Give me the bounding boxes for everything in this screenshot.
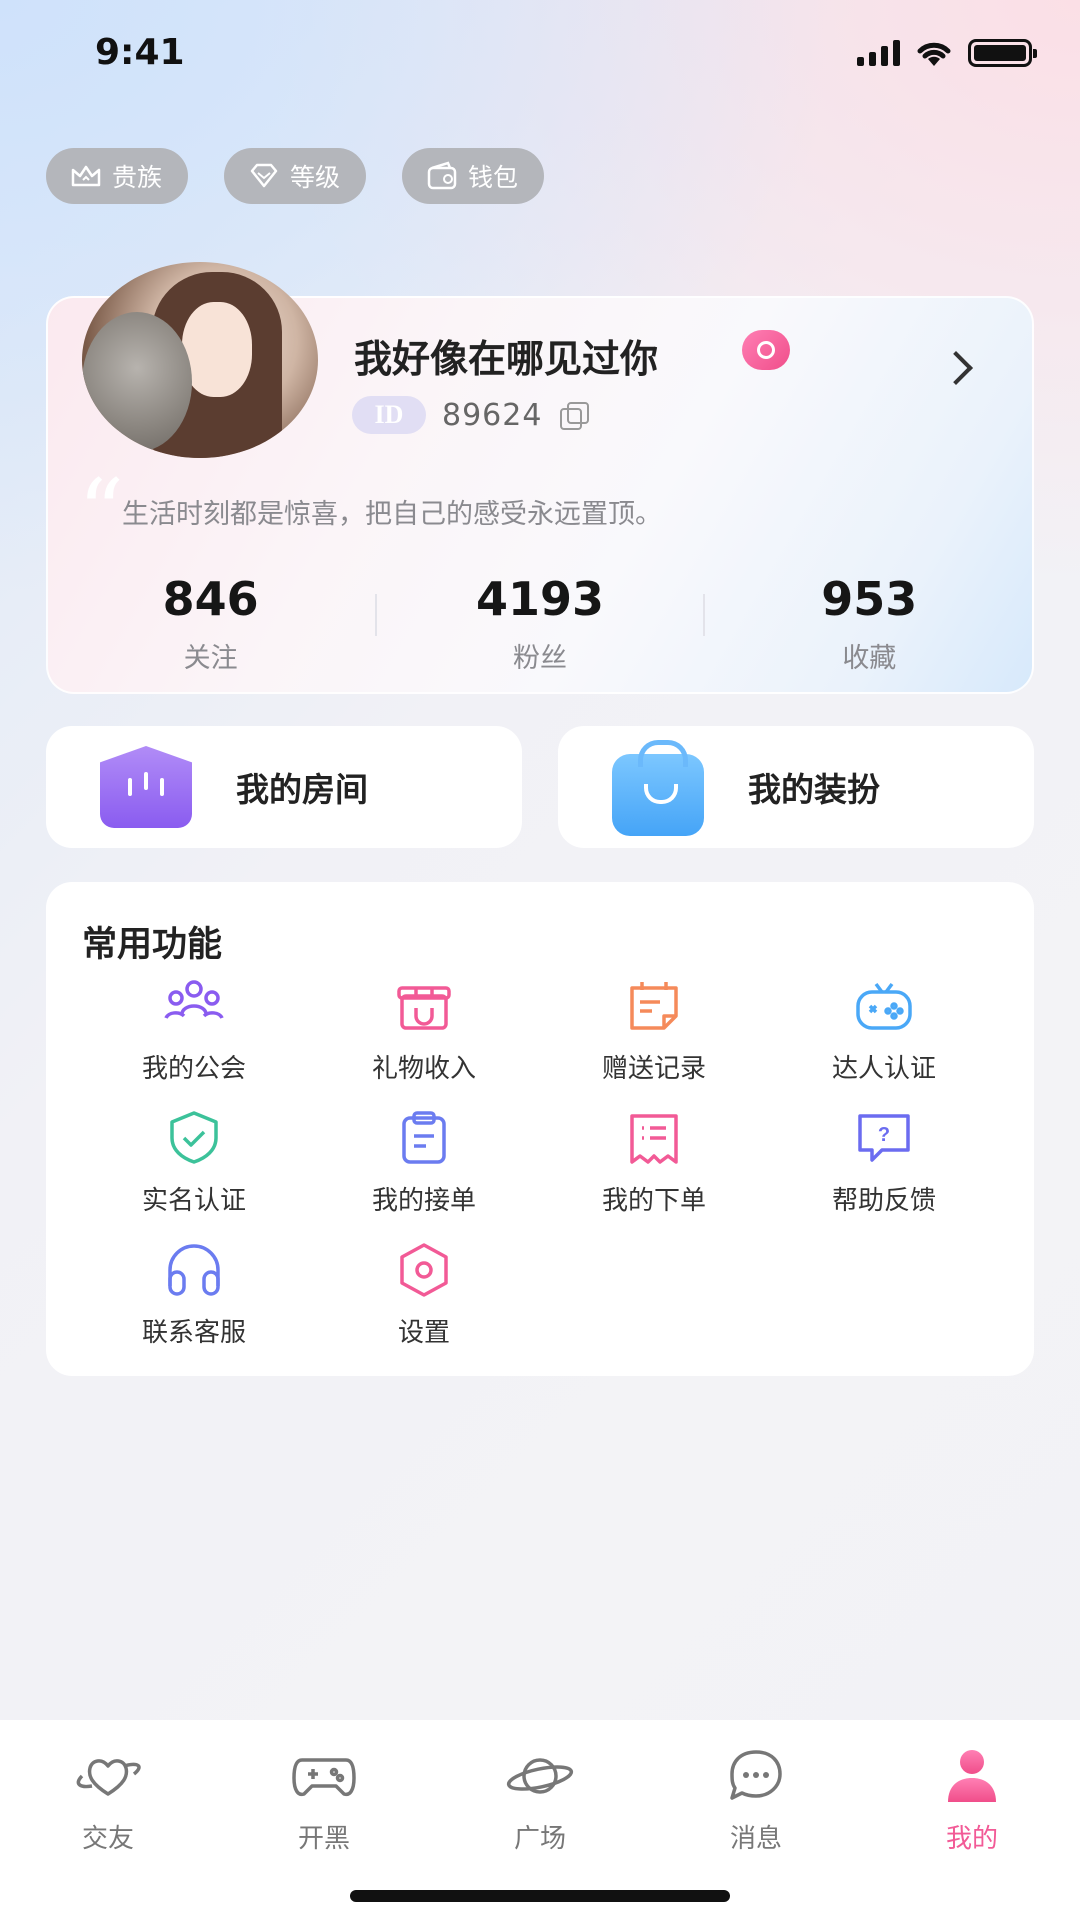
tab-gaming[interactable]: 开黑 <box>216 1746 432 1855</box>
heart-planet-icon <box>76 1759 141 1796</box>
profile-id: 89624 <box>442 397 543 433</box>
my-room-label: 我的房间 <box>236 770 368 809</box>
stat-value: 4193 <box>475 572 604 626</box>
func-label: 设置 <box>397 1318 450 1348</box>
func-label: 联系客服 <box>141 1318 246 1348</box>
functions-title: 常用功能 <box>82 925 223 965</box>
chip-label: 等级 <box>290 163 341 192</box>
record-icon <box>630 982 678 1030</box>
order-list-icon <box>630 1114 678 1164</box>
func-gift-record[interactable]: 赠送记录 <box>539 978 769 1085</box>
func-label: 赠送记录 <box>601 1054 706 1084</box>
profile-stats: 846 关注 4193 粉丝 953 收藏 <box>46 572 1034 675</box>
search-badge-icon <box>742 330 790 370</box>
tab-label: 消息 <box>729 1824 782 1854</box>
quote-icon: “ <box>78 460 125 565</box>
guild-icon <box>164 980 224 1019</box>
diamond-icon <box>250 163 278 188</box>
headphones-icon <box>168 1244 220 1296</box>
profile-id-row: ID 89624 <box>352 396 590 434</box>
clipboard-icon <box>402 1111 446 1164</box>
func-settings[interactable]: 设置 <box>309 1242 539 1349</box>
settings-icon <box>400 1243 448 1297</box>
func-my-accept[interactable]: 我的接单 <box>309 1110 539 1217</box>
stat-label: 粉丝 <box>512 643 567 674</box>
func-expert-cert[interactable]: 达人认证 <box>769 978 999 1085</box>
profile-username: 我好像在哪见过你 <box>354 337 659 381</box>
wallet-icon <box>427 161 457 190</box>
chip-noble[interactable]: 贵族 <box>46 148 189 204</box>
wifi-icon <box>917 42 951 66</box>
tab-label: 开黑 <box>297 1824 350 1854</box>
chip-wallet[interactable]: 钱包 <box>402 148 545 204</box>
status-bar: 9:41 <box>0 0 1080 110</box>
func-label: 帮助反馈 <box>831 1186 936 1216</box>
func-label: 实名认证 <box>141 1186 246 1216</box>
tab-label: 交友 <box>81 1824 134 1854</box>
chat-icon <box>730 1750 782 1800</box>
my-outfit-button[interactable]: 我的装扮 <box>558 726 1034 848</box>
stat-divider <box>375 594 378 636</box>
home-indicator <box>350 1890 730 1902</box>
shield-check-icon <box>170 1111 218 1164</box>
battery-icon <box>968 39 1037 67</box>
chip-label: 贵族 <box>112 163 163 192</box>
tab-messages[interactable]: 消息 <box>648 1746 864 1855</box>
gamepad-icon <box>292 1758 356 1797</box>
func-realname-cert[interactable]: 实名认证 <box>79 1110 309 1217</box>
stat-label: 收藏 <box>842 643 897 674</box>
tab-mine[interactable]: 我的 <box>864 1746 1080 1855</box>
my-outfit-label: 我的装扮 <box>748 770 880 809</box>
tab-make-friends[interactable]: 交友 <box>0 1746 216 1855</box>
status-icons <box>857 38 1037 68</box>
func-gift-income[interactable]: 礼物收入 <box>309 978 539 1085</box>
stat-favorites[interactable]: 953 收藏 <box>705 572 1034 675</box>
copy-icon[interactable] <box>558 400 590 430</box>
stat-value: 846 <box>162 572 259 626</box>
func-label: 我的公会 <box>141 1054 246 1084</box>
gamepad-icon <box>856 982 912 1030</box>
status-time: 9:41 <box>95 32 185 73</box>
id-tag: ID <box>352 396 426 434</box>
stat-fans[interactable]: 4193 粉丝 <box>375 572 705 675</box>
func-label: 礼物收入 <box>371 1054 476 1084</box>
room-icon <box>100 746 192 828</box>
chip-label: 钱包 <box>468 163 519 192</box>
bag-icon <box>612 740 704 836</box>
tab-label: 我的 <box>945 1824 998 1854</box>
crown-icon <box>71 165 101 187</box>
signal-icon <box>857 40 900 66</box>
stat-following[interactable]: 846 关注 <box>46 572 375 675</box>
func-customer-service[interactable]: 联系客服 <box>79 1242 309 1349</box>
avatar[interactable] <box>82 262 318 458</box>
func-my-order[interactable]: 我的下单 <box>539 1110 769 1217</box>
planet-icon <box>506 1758 574 1794</box>
func-help-feedback[interactable]: ? 帮助反馈 <box>769 1110 999 1217</box>
func-label: 我的接单 <box>371 1186 476 1216</box>
stat-value: 953 <box>821 572 918 626</box>
func-label: 达人认证 <box>831 1054 936 1084</box>
stat-label: 关注 <box>183 643 238 674</box>
tab-square[interactable]: 广场 <box>432 1746 648 1855</box>
gift-icon <box>397 986 451 1030</box>
svg-text:?: ? <box>878 1124 890 1146</box>
help-bubble-icon: ? <box>858 1114 910 1162</box>
func-label: 我的下单 <box>601 1186 706 1216</box>
my-room-button[interactable]: 我的房间 <box>46 726 522 848</box>
profile-signature: 生活时刻都是惊喜，把自己的感受永远置顶。 <box>122 499 662 530</box>
person-icon <box>948 1750 996 1802</box>
chip-level[interactable]: 等级 <box>224 148 367 204</box>
privilege-chips: 贵族 等级 钱包 <box>46 148 545 204</box>
func-my-guild[interactable]: 我的公会 <box>79 978 309 1085</box>
functions-card: 常用功能 我的公会 礼物收入 赠送记录 达人认证 实名认证 我的接单 我的下单 <box>46 882 1034 1376</box>
tab-label: 广场 <box>513 1824 566 1854</box>
